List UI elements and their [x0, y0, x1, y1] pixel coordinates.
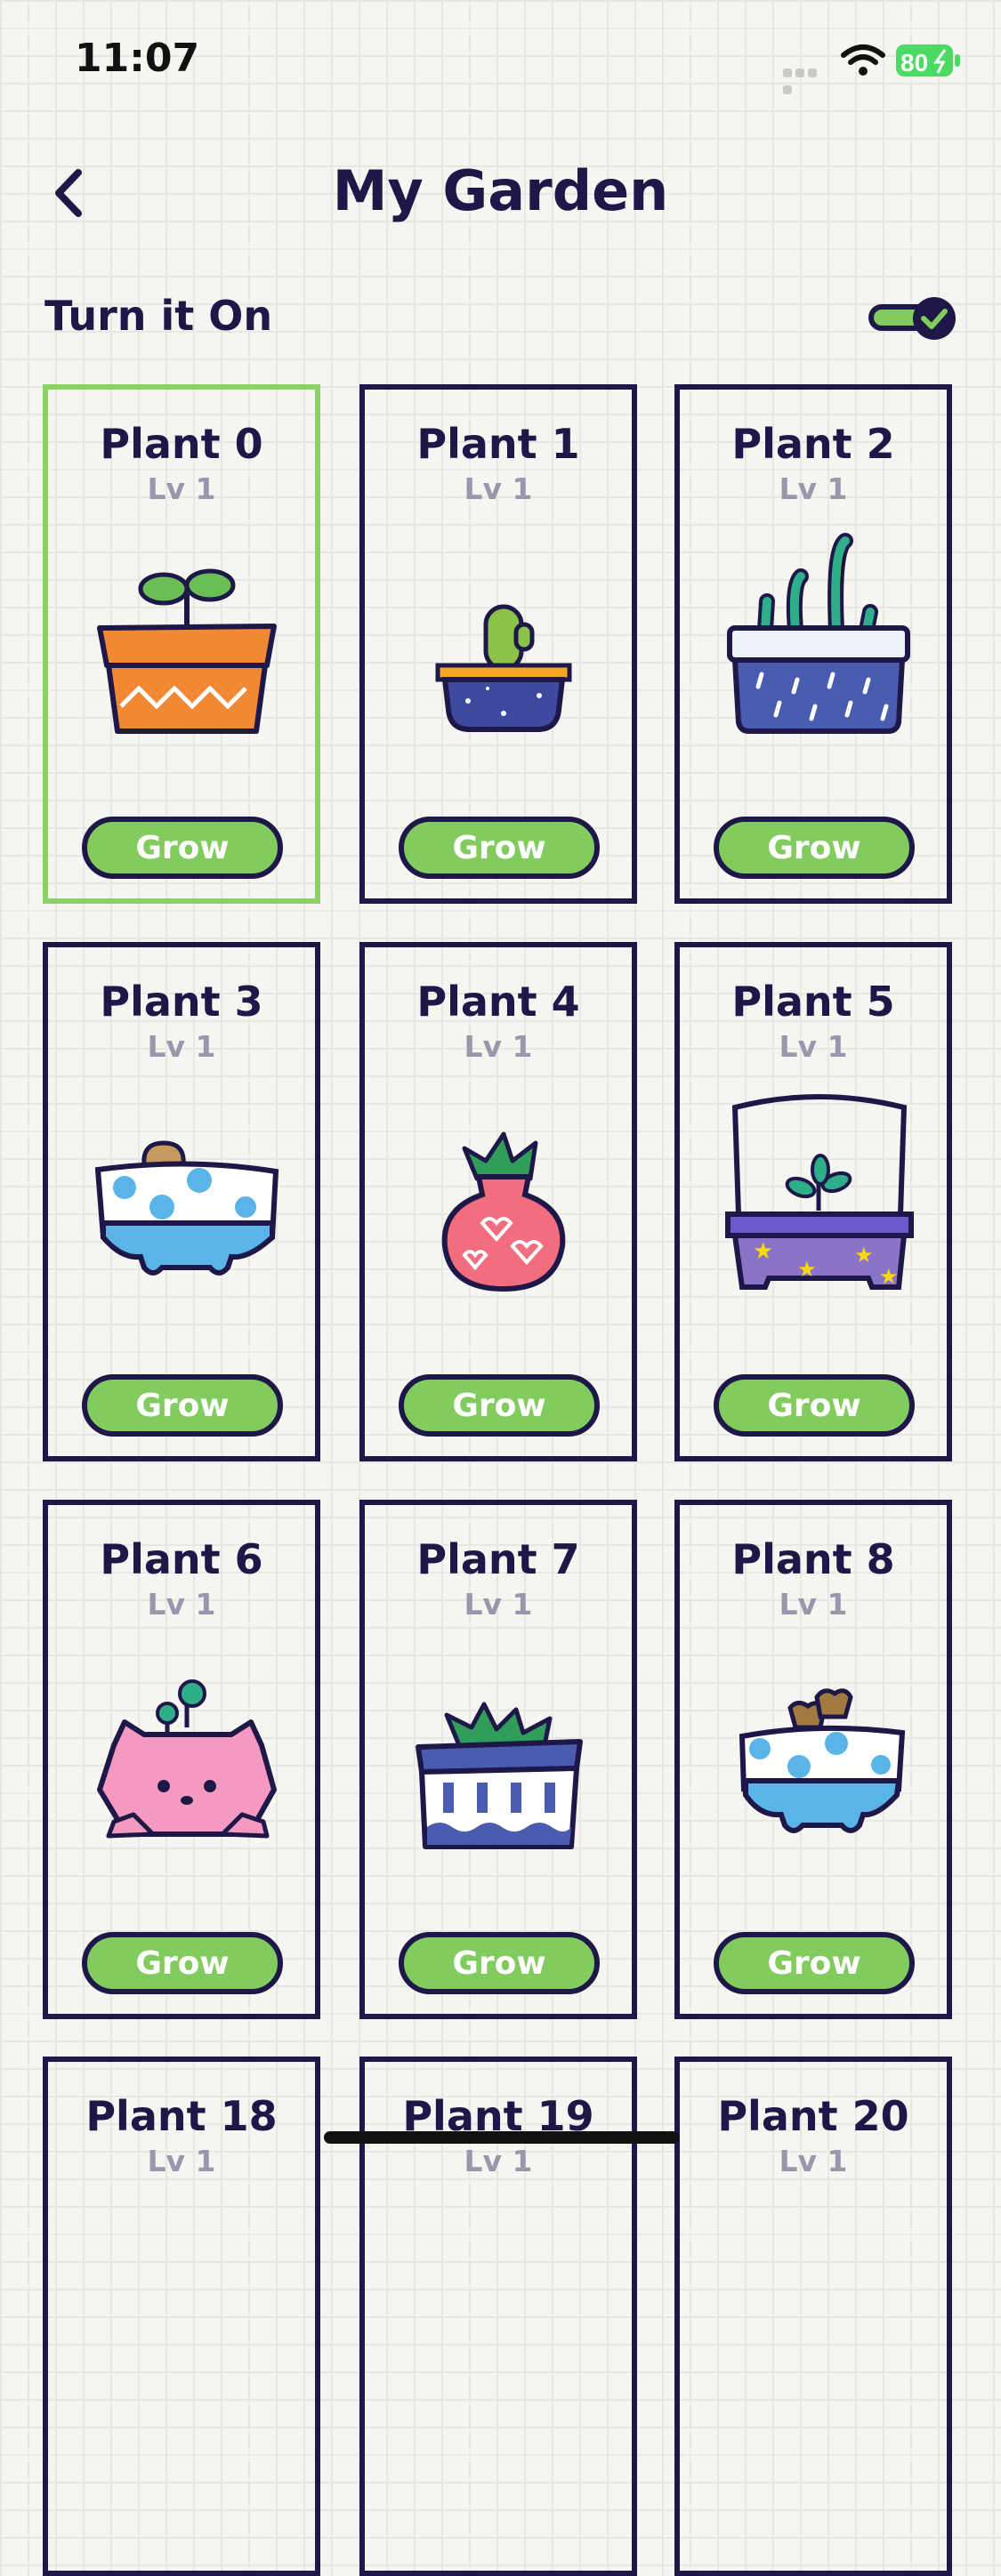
- battery-icon: 80: [896, 44, 960, 76]
- blue-rain-pot-icon: [727, 533, 910, 734]
- purple-star-planter-icon: ★★★★: [725, 1094, 914, 1290]
- svg-text:★: ★: [753, 1238, 773, 1265]
- orange-pot-sprout-icon: [97, 568, 277, 734]
- plant-card[interactable]: Plant 20 Lv 1: [674, 2057, 952, 2576]
- plant-level: Lv 1: [779, 1029, 848, 1064]
- plant-level: Lv 1: [464, 2144, 533, 2178]
- plant-name: Plant 4: [416, 978, 580, 1026]
- plant-level: Lv 1: [464, 1587, 533, 1622]
- plant-card[interactable]: Plant 8 Lv 1 Grow: [674, 1500, 952, 2019]
- grow-button[interactable]: Grow: [714, 1932, 915, 1994]
- striped-wave-pot-icon: [416, 1702, 583, 1849]
- grow-button[interactable]: Grow: [399, 817, 600, 879]
- grow-button[interactable]: Grow: [714, 1374, 915, 1437]
- grow-button[interactable]: Grow: [82, 817, 283, 879]
- grow-button[interactable]: Grow: [399, 1932, 600, 1994]
- page-title: My Garden: [332, 158, 669, 223]
- plant-card[interactable]: Plant 7 Lv 1 Grow: [359, 1500, 637, 2019]
- grow-button[interactable]: Grow: [714, 817, 915, 879]
- plant-name: Plant 18: [85, 2092, 278, 2140]
- plant-name: Plant 8: [731, 1535, 895, 1583]
- plant-name: Plant 6: [100, 1535, 263, 1583]
- plant-level: Lv 1: [147, 2144, 216, 2178]
- plant-card[interactable]: Plant 1 Lv 1 Grow: [359, 384, 637, 904]
- plant-card[interactable]: Plant 18 Lv 1: [43, 2057, 320, 2576]
- pink-cat-pot-icon: [97, 1679, 277, 1839]
- plant-name: Plant 2: [731, 420, 895, 468]
- plant-card[interactable]: Plant 0 Lv 1 Grow: [43, 384, 320, 904]
- plant-name: Plant 20: [717, 2092, 909, 2140]
- plant-level: Lv 1: [147, 1587, 216, 1622]
- polka-dot-pot-icon: [94, 1140, 279, 1276]
- plant-card[interactable]: Plant 4 Lv 1 Grow: [359, 942, 637, 1461]
- plant-card[interactable]: Plant 3 Lv 1 Grow: [43, 942, 320, 1461]
- plant-card[interactable]: Plant 6 Lv 1 Grow: [43, 1500, 320, 2019]
- plant-level: Lv 1: [147, 471, 216, 506]
- plant-level: Lv 1: [464, 1029, 533, 1064]
- navy-pot-cactus-icon: [435, 604, 572, 732]
- plant-name: Plant 7: [416, 1535, 580, 1583]
- dotted-blue-pot-icon: [739, 1688, 906, 1833]
- plant-name: Plant 1: [416, 420, 580, 468]
- plant-level: Lv 1: [464, 471, 533, 506]
- svg-text:★: ★: [797, 1257, 817, 1282]
- plant-level: Lv 1: [147, 1029, 216, 1064]
- plant-level: Lv 1: [779, 471, 848, 506]
- plant-name: Plant 5: [731, 978, 895, 1026]
- battery-level: 80: [900, 49, 928, 76]
- svg-text:★: ★: [879, 1264, 899, 1289]
- plant-card[interactable]: Plant 5 Lv 1 ★ ★ ★ ★ Grow: [674, 942, 952, 1461]
- status-time: 11:07: [75, 36, 200, 81]
- plant-level: Lv 1: [779, 2144, 848, 2178]
- cellular-signal-icon: [783, 64, 829, 94]
- plant-name: Plant 0: [100, 420, 263, 468]
- toggle-label: Turn it On: [44, 292, 273, 340]
- plant-name: Plant 3: [100, 978, 263, 1026]
- grow-button[interactable]: Grow: [82, 1374, 283, 1437]
- grow-button[interactable]: Grow: [82, 1932, 283, 1994]
- home-indicator[interactable]: [324, 2131, 680, 2144]
- turn-on-toggle[interactable]: [868, 294, 959, 343]
- plant-card[interactable]: Plant 2 Lv 1 Grow: [674, 384, 952, 904]
- plant-level: Lv 1: [779, 1587, 848, 1622]
- pink-heart-vase-icon: [441, 1131, 566, 1292]
- wifi-icon: [841, 44, 885, 76]
- svg-text:★: ★: [854, 1243, 874, 1268]
- grow-button[interactable]: Grow: [399, 1374, 600, 1437]
